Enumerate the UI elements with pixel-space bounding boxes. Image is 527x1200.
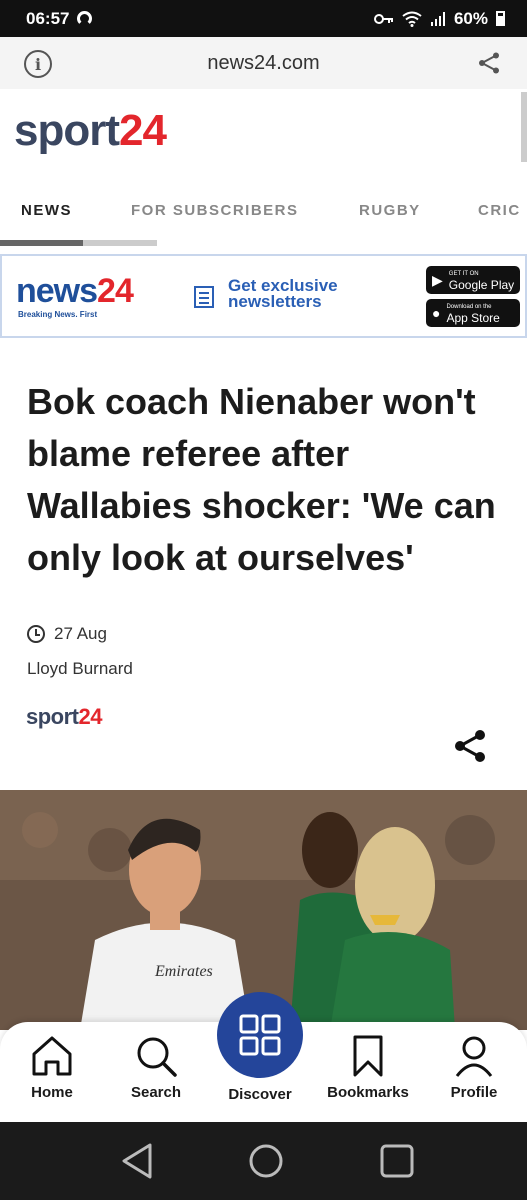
grid-icon bbox=[239, 1014, 281, 1056]
article-share-icon[interactable] bbox=[452, 728, 488, 764]
site-logo-part1: sport bbox=[14, 106, 120, 155]
battery-percent: 60% bbox=[453, 8, 488, 28]
site-logo[interactable]: sport24 bbox=[14, 106, 167, 156]
wifi-icon bbox=[402, 11, 422, 27]
system-nav-bar bbox=[0, 1122, 527, 1200]
article-headline: Bok coach Nienaber won't blame referee a… bbox=[27, 381, 496, 578]
source-logo: sport24 bbox=[26, 704, 102, 730]
nav-home-label: Home bbox=[31, 1084, 73, 1101]
nav-discover-label[interactable]: Discover bbox=[210, 1086, 310, 1103]
sync-icon bbox=[77, 11, 93, 26]
tab-cricket[interactable]: CRIC bbox=[478, 202, 521, 219]
ad-logo-part1: news bbox=[16, 272, 98, 310]
info-icon[interactable]: i bbox=[24, 50, 52, 78]
ad-tagline: Breaking News. First bbox=[18, 310, 98, 319]
section-tabs: NEWS FOR SUBSCRIBERS RUGBY CRIC bbox=[0, 196, 527, 226]
newsletter-ad-banner[interactable]: news24 Breaking News. First Get exclusiv… bbox=[0, 254, 527, 338]
nav-profile-label: Profile bbox=[450, 1084, 498, 1101]
nav-profile[interactable]: Profile bbox=[424, 1034, 524, 1101]
google-play-badge[interactable]: ▶ GET IT ON Google Play bbox=[426, 266, 520, 294]
apple-icon: ● bbox=[432, 305, 441, 321]
article-author[interactable]: Lloyd Burnard bbox=[27, 659, 133, 679]
profile-icon bbox=[455, 1036, 493, 1077]
source-logo-part1: sport bbox=[26, 704, 79, 729]
news24-ad-logo: news24 bbox=[16, 272, 134, 311]
home-circle-icon[interactable] bbox=[248, 1143, 284, 1179]
nav-search-label: Search bbox=[130, 1084, 182, 1101]
app-store-label: App Store bbox=[446, 311, 500, 325]
ad-cta-line2: newsletters bbox=[228, 292, 322, 311]
tab-scroll-track bbox=[0, 240, 157, 246]
tab-news[interactable]: NEWS bbox=[21, 202, 72, 219]
ad-cta[interactable]: Get exclusive newsletters bbox=[228, 277, 338, 311]
tab-rugby[interactable]: RUGBY bbox=[359, 202, 421, 219]
battery-icon bbox=[496, 11, 505, 26]
status-bar: 06:57 60% bbox=[0, 0, 527, 37]
jersey-sponsor-text: Emirates bbox=[154, 963, 213, 980]
article-date: 27 Aug bbox=[27, 624, 107, 644]
home-icon bbox=[32, 1036, 72, 1076]
clock-icon bbox=[27, 625, 45, 643]
recents-icon[interactable] bbox=[379, 1143, 415, 1179]
url-text[interactable]: news24.com bbox=[207, 52, 319, 75]
google-play-label: Google Play bbox=[448, 278, 515, 292]
play-store-icon: ▶ bbox=[432, 271, 443, 288]
tab-for-subscribers[interactable]: FOR SUBSCRIBERS bbox=[131, 202, 299, 219]
nav-search[interactable]: Search bbox=[106, 1034, 206, 1101]
bottom-nav: Home Search Discover Bookmarks Profile bbox=[0, 992, 527, 1122]
article-date-text: 27 Aug bbox=[54, 624, 107, 643]
nav-discover-button[interactable] bbox=[217, 992, 303, 1078]
share-icon[interactable] bbox=[477, 51, 501, 75]
nav-home[interactable]: Home bbox=[2, 1034, 102, 1101]
status-time: 06:57 bbox=[26, 8, 70, 28]
scrollbar bbox=[521, 92, 527, 162]
status-icons: 60% bbox=[373, 8, 505, 29]
tab-active-indicator bbox=[0, 240, 83, 246]
back-icon[interactable] bbox=[120, 1142, 154, 1180]
source-logo-part2: 24 bbox=[78, 704, 103, 729]
newsletter-icon bbox=[194, 286, 214, 308]
search-icon bbox=[137, 1037, 177, 1077]
site-logo-part2: 24 bbox=[119, 106, 167, 155]
url-bar: i news24.com bbox=[0, 37, 527, 89]
nav-bookmarks[interactable]: Bookmarks bbox=[318, 1034, 418, 1101]
app-store-badge[interactable]: ● Download on the App Store bbox=[426, 299, 520, 327]
nav-bookmarks-label: Bookmarks bbox=[327, 1084, 409, 1101]
key-icon bbox=[373, 13, 393, 24]
signal-icon bbox=[430, 11, 445, 26]
bookmark-icon bbox=[353, 1035, 383, 1077]
ad-logo-part2: 24 bbox=[97, 272, 134, 310]
